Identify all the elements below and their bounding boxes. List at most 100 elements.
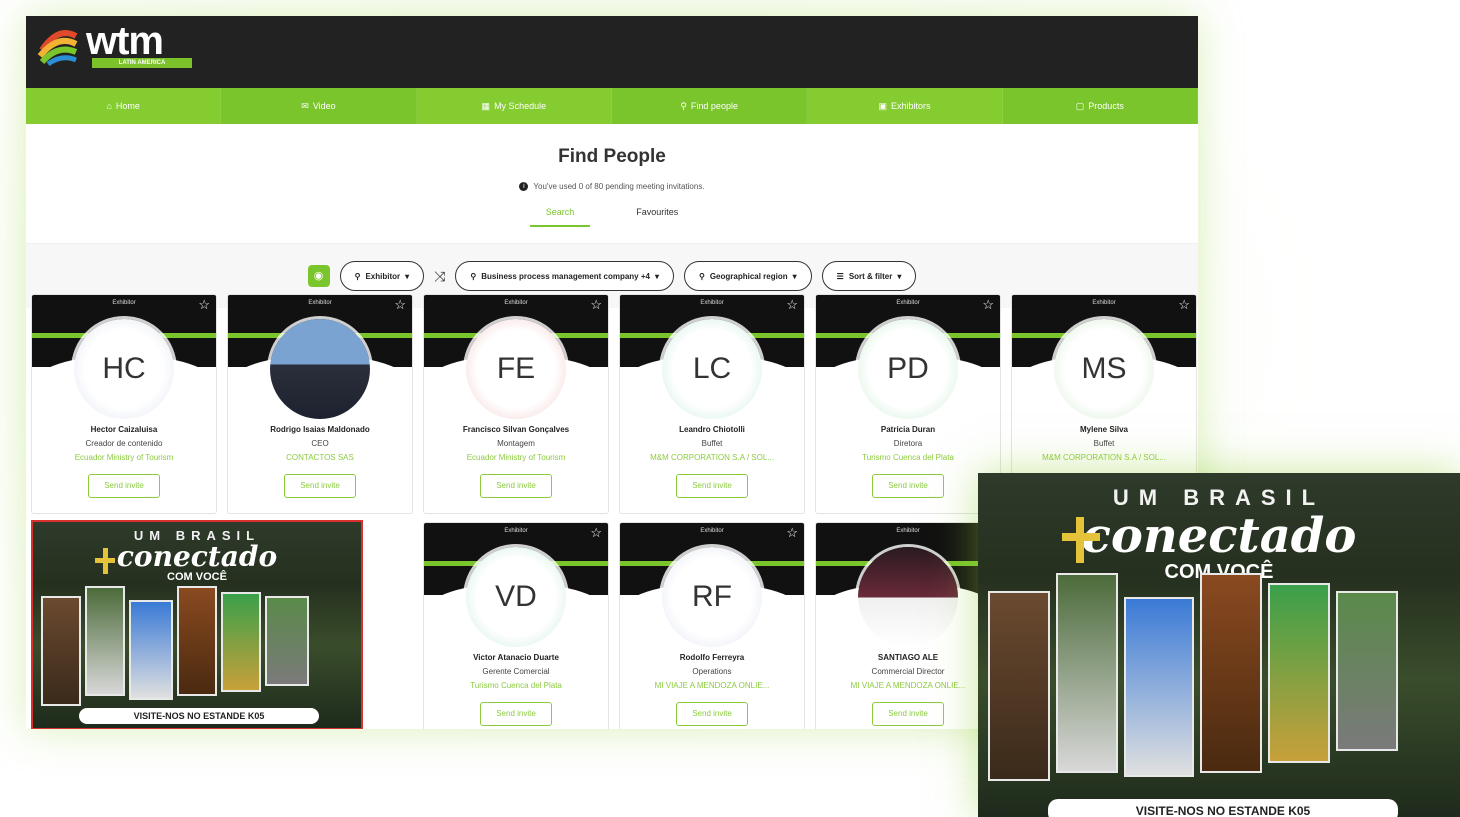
promo-banner-enlarged[interactable]: UM BRASIL conectado COM VOCÊ VISITE-NOS … <box>978 473 1460 817</box>
person-role: CEO <box>311 439 329 448</box>
business-filter[interactable]: ⚲ Business process management company +4 ▾ <box>455 261 674 291</box>
promo-banner[interactable]: UM BRASIL conectado COM VOCÊ VISITE-NOS … <box>31 520 363 729</box>
person-company[interactable]: MI VIAJE A MENDOZA ONLIE... <box>620 681 804 690</box>
avatar: LC <box>662 319 762 419</box>
camera-icon[interactable]: ◉ <box>307 265 330 287</box>
send-invite-button[interactable]: Send invite <box>872 474 944 498</box>
send-invite-button[interactable]: Send invite <box>872 702 944 726</box>
person-name: Leandro Chiotolli <box>679 425 745 434</box>
caret-down-icon: ▾ <box>405 271 410 281</box>
person-role: Commercial Director <box>871 667 945 676</box>
person-company[interactable]: CONTACTOS SAS <box>228 453 412 462</box>
person-card[interactable]: Exhibitor ☆ RF Rodolfo Ferreyra Operation… <box>619 522 805 729</box>
person-card[interactable]: Exhibitor ☆ LC Leandro Chiotolli Buffet M… <box>619 294 805 514</box>
person-company[interactable]: M&M CORPORATION S.A / SOL... <box>1012 453 1196 462</box>
send-invite-button[interactable]: Send invite <box>480 474 552 498</box>
person-role: Buffet <box>1093 439 1115 448</box>
shuffle-icon[interactable]: ⤨ <box>434 268 445 285</box>
avatar: RF <box>662 547 762 647</box>
person-role: Operations <box>692 667 732 676</box>
star-icon[interactable]: ☆ <box>786 525 798 541</box>
person-company[interactable]: MI VIAJE A MENDOZA ONLIE... <box>816 681 1000 690</box>
person-card[interactable]: Exhibitor ☆ HC Hector Caizaluisa Creador … <box>31 294 217 514</box>
card-tag: Exhibitor <box>896 528 920 534</box>
person-card[interactable]: Exhibitor ☆ VD Victor Atanacio Duarte Ger… <box>423 522 609 729</box>
wtm-logo-icon <box>36 22 80 67</box>
card-tag: Exhibitor <box>896 300 920 306</box>
nav-home[interactable]: ⌂ Home <box>26 88 222 124</box>
person-card[interactable]: Exhibitor ☆ FE Francisco Silvan Gonçalves… <box>423 294 609 514</box>
person-name: Rodrigo Isaias Maldonado <box>270 425 370 434</box>
person-name: Mylene Silva <box>1079 425 1129 434</box>
nav-exhibitors[interactable]: ▣ Exhibitors <box>807 88 1003 124</box>
person-role: Gerente Comercial <box>482 667 550 676</box>
search-icon: ⚲ <box>680 100 687 111</box>
search-icon: ⚲ <box>698 271 705 281</box>
person-role: Montagem <box>497 439 535 448</box>
person-company[interactable]: Ecuador Ministry of Tourism <box>32 453 216 462</box>
person-company[interactable]: M&M CORPORATION S.A / SOL... <box>620 453 804 462</box>
star-icon[interactable]: ☆ <box>590 297 602 313</box>
calendar-icon: ▦ <box>481 100 491 111</box>
home-icon: ⌂ <box>106 101 112 111</box>
building-icon: ▣ <box>878 100 887 111</box>
search-icon: ⚲ <box>354 271 361 281</box>
person-name: SANTIAGO ALE <box>877 653 939 662</box>
person-company[interactable]: Ecuador Ministry of Tourism <box>424 453 608 462</box>
avatar: HC <box>74 319 174 419</box>
person-card[interactable]: Exhibitor ☆ Rodrigo Isaias Maldonado CEO … <box>227 294 413 514</box>
nav-products[interactable]: ▢ Products <box>1003 88 1198 124</box>
star-icon[interactable]: ☆ <box>1178 297 1190 313</box>
send-invite-button[interactable]: Send invite <box>284 474 356 498</box>
card-tag: Exhibitor <box>700 528 724 534</box>
person-role: Creador de contenido <box>85 439 163 448</box>
star-icon[interactable]: ☆ <box>198 297 210 313</box>
avatar: PD <box>858 319 958 419</box>
send-invite-button[interactable]: Send invite <box>676 702 748 726</box>
star-icon[interactable]: ☆ <box>590 525 602 541</box>
person-name: Francisco Silvan Gonçalves <box>462 425 570 434</box>
person-company[interactable]: Turismo Cuenca del Plata <box>816 453 1000 462</box>
send-invite-button[interactable]: Send invite <box>480 702 552 726</box>
nav-video[interactable]: ✉ Video <box>221 88 417 124</box>
send-invite-button[interactable]: Send invite <box>676 474 748 498</box>
card-tag: Exhibitor <box>504 300 528 306</box>
send-invite-button[interactable]: Send invite <box>88 474 160 498</box>
box-icon: ▢ <box>1075 100 1085 111</box>
region-filter[interactable]: ⚲ Geographical region ▾ <box>683 261 812 291</box>
person-name: Victor Atanacio Duarte <box>473 653 559 662</box>
star-icon[interactable]: ☆ <box>786 297 798 313</box>
card-tag: Exhibitor <box>700 300 724 306</box>
star-icon[interactable]: ☆ <box>982 297 994 313</box>
avatar: VD <box>466 547 566 647</box>
avatar-photo <box>270 319 370 419</box>
caret-down-icon: ▾ <box>897 271 902 281</box>
info-icon: i <box>519 182 529 191</box>
photo-panels <box>988 573 1398 781</box>
tabs: Search Favourites <box>26 207 1198 227</box>
main-nav: ⌂ Home ✉ Video ▦ My Schedule ⚲ Find people ▣… <box>26 88 1198 124</box>
person-role: Buffet <box>701 439 723 448</box>
person-role: Diretora <box>893 439 923 448</box>
star-icon[interactable]: ☆ <box>394 297 406 313</box>
partner-logos <box>367 520 413 729</box>
logo-text: wtm <box>86 19 164 63</box>
tab-favourites[interactable]: Favourites <box>620 207 694 227</box>
person-card[interactable]: Exhibitor ☆ PD Patricia Duran Diretora Tu… <box>815 294 1001 514</box>
card-tag: Exhibitor <box>1092 300 1116 306</box>
avatar-photo <box>858 547 958 647</box>
top-bar: wtm LATIN AMERICA <box>26 16 1198 88</box>
tab-search[interactable]: Search <box>529 207 591 227</box>
page-title: Find People <box>558 146 666 167</box>
person-card[interactable]: Exhibitor☆ SANTIAGO ALE Commercial Direc… <box>815 522 1001 729</box>
nav-my-schedule[interactable]: ▦ My Schedule <box>416 88 612 124</box>
page-header: Find People i You've used 0 of 80 pendin… <box>26 124 1198 244</box>
sort-filter[interactable]: ☰ Sort & filter ▾ <box>821 261 917 291</box>
card-tag: Exhibitor <box>308 300 332 306</box>
invitation-notice: i You've used 0 of 80 pending meeting in… <box>26 182 1198 191</box>
card-tag: Exhibitor <box>112 300 136 306</box>
type-filter[interactable]: ⚲ Exhibitor ▾ <box>339 261 425 291</box>
person-company[interactable]: Turismo Cuenca del Plata <box>424 681 608 690</box>
photo-panels <box>41 586 309 706</box>
nav-find-people[interactable]: ⚲ Find people <box>612 88 808 124</box>
